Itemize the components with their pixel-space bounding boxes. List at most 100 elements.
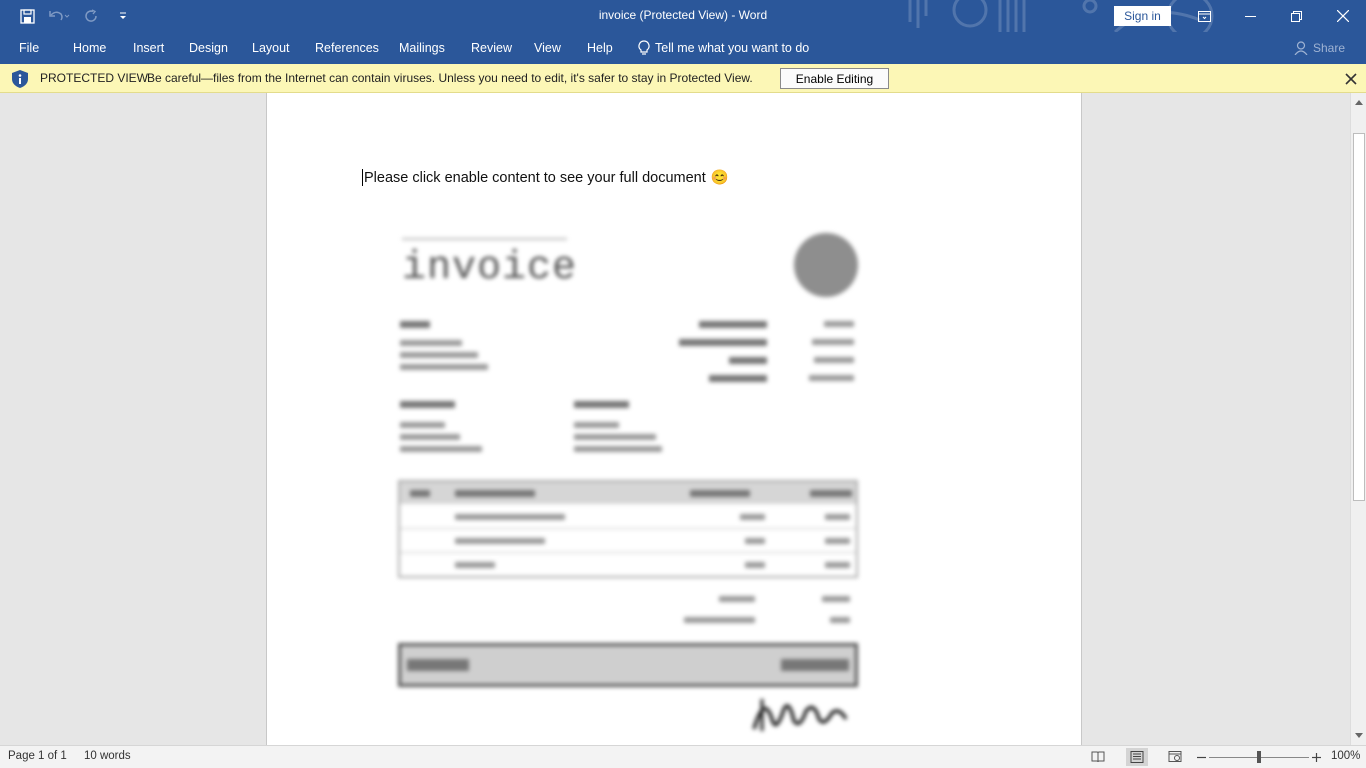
customize-qat-button[interactable]	[110, 5, 136, 27]
zoom-slider-thumb[interactable]	[1257, 751, 1261, 763]
close-icon	[1337, 10, 1349, 22]
text-block	[825, 562, 850, 568]
enable-editing-button[interactable]: Enable Editing	[780, 68, 889, 89]
protected-view-bar: PROTECTED VIEW Be careful—files from the…	[0, 64, 1366, 93]
text-block	[745, 538, 765, 544]
scroll-down-button[interactable]	[1351, 729, 1366, 743]
redo-button[interactable]	[78, 5, 104, 27]
text-block	[690, 490, 750, 497]
tab-view[interactable]: View	[534, 41, 561, 55]
read-mode-button[interactable]	[1087, 748, 1109, 766]
text-block	[825, 538, 850, 544]
text-cursor	[362, 169, 363, 186]
text-block	[740, 514, 765, 520]
tab-design[interactable]: Design	[189, 41, 228, 55]
ribbon-tabs: File Home Insert Design Layout Reference…	[0, 32, 1366, 64]
save-icon	[19, 8, 35, 24]
text-block	[407, 659, 469, 671]
text-block	[810, 490, 852, 497]
document-text: Please click enable content to see your …	[362, 169, 729, 186]
undo-button[interactable]	[46, 5, 72, 27]
info-shield-icon	[12, 70, 28, 88]
zoom-level[interactable]: 100%	[1331, 750, 1360, 762]
text-block	[400, 352, 478, 358]
text-block	[574, 401, 629, 408]
text-block	[809, 375, 854, 381]
protected-view-title: PROTECTED VIEW	[40, 71, 149, 85]
text-block	[574, 434, 656, 440]
share-label: Share	[1313, 41, 1346, 55]
text-block	[455, 490, 535, 497]
ribbon-display-icon	[1197, 10, 1211, 22]
document-line-text: Please click enable content to see your …	[364, 169, 706, 186]
book-icon	[1091, 751, 1105, 763]
tell-me-search[interactable]: Tell me what you want to do	[638, 40, 809, 56]
smiley-emoji: 😊	[710, 170, 729, 186]
print-layout-button[interactable]	[1126, 748, 1148, 766]
text-block	[699, 321, 767, 328]
status-bar: Page 1 of 1 10 words 100%	[0, 745, 1366, 768]
tab-layout[interactable]: Layout	[252, 41, 290, 55]
sign-in-button[interactable]: Sign in	[1114, 6, 1171, 26]
document-area: Please click enable content to see your …	[0, 93, 1350, 745]
ribbon-display-options-button[interactable]	[1181, 0, 1227, 32]
text-block	[719, 596, 755, 602]
text-block	[410, 490, 430, 497]
vertical-scrollbar[interactable]	[1350, 93, 1366, 745]
save-button[interactable]	[14, 5, 40, 27]
print-layout-icon	[1130, 751, 1144, 763]
redo-icon	[84, 8, 97, 22]
zoom-in-icon[interactable]	[1312, 753, 1321, 762]
close-window-button[interactable]	[1320, 0, 1366, 32]
blurred-invoice-image: invoice	[394, 226, 864, 745]
tab-home[interactable]: Home	[73, 41, 106, 55]
word-count[interactable]: 10 words	[84, 750, 131, 762]
text-block	[455, 562, 495, 568]
text-block	[574, 446, 662, 452]
text-block	[400, 321, 430, 328]
zoom-out-icon[interactable]	[1197, 753, 1206, 762]
minimize-button[interactable]	[1227, 0, 1273, 32]
text-block	[709, 375, 767, 382]
minimize-icon	[1244, 15, 1256, 17]
lightbulb-icon	[638, 40, 650, 55]
tab-insert[interactable]: Insert	[133, 41, 164, 55]
tab-file[interactable]: File	[19, 41, 39, 55]
web-layout-icon	[1168, 751, 1182, 762]
web-layout-button[interactable]	[1164, 748, 1186, 766]
tab-mailings[interactable]: Mailings	[399, 41, 445, 55]
tab-references[interactable]: References	[315, 41, 379, 55]
tab-help[interactable]: Help	[587, 41, 613, 55]
person-icon	[1294, 41, 1308, 55]
share-button[interactable]: Share	[1294, 41, 1345, 55]
page-count[interactable]: Page 1 of 1	[8, 750, 67, 762]
arrow-up-icon	[1355, 100, 1363, 105]
table-row-divider	[400, 552, 856, 553]
invoice-image-title: invoice	[402, 246, 578, 291]
text-block	[822, 596, 850, 602]
restore-button[interactable]	[1273, 0, 1319, 32]
close-message-bar-icon[interactable]	[1343, 71, 1359, 87]
scroll-thumb[interactable]	[1353, 133, 1365, 501]
text-block	[814, 357, 854, 363]
text-block	[455, 538, 545, 544]
text-block	[812, 339, 854, 345]
tab-review[interactable]: Review	[471, 41, 512, 55]
quick-access-toolbar	[14, 5, 136, 27]
title-bar: invoice (Protected View) - Word Sign in	[0, 0, 1366, 32]
text-block	[781, 659, 849, 671]
text-block	[830, 617, 850, 623]
table-row-divider	[400, 528, 856, 529]
scroll-up-button[interactable]	[1351, 95, 1366, 109]
text-block	[400, 401, 455, 408]
undo-icon	[49, 11, 70, 21]
text-block	[745, 562, 765, 568]
items-table	[398, 480, 858, 578]
document-page[interactable]: Please click enable content to see your …	[266, 93, 1082, 745]
protected-view-message: Be careful—files from the Internet can c…	[147, 71, 753, 85]
text-block	[400, 422, 445, 428]
arrow-down-icon	[1355, 733, 1363, 738]
text-block	[400, 434, 460, 440]
invoice-rule	[402, 238, 567, 240]
text-block	[400, 446, 482, 452]
